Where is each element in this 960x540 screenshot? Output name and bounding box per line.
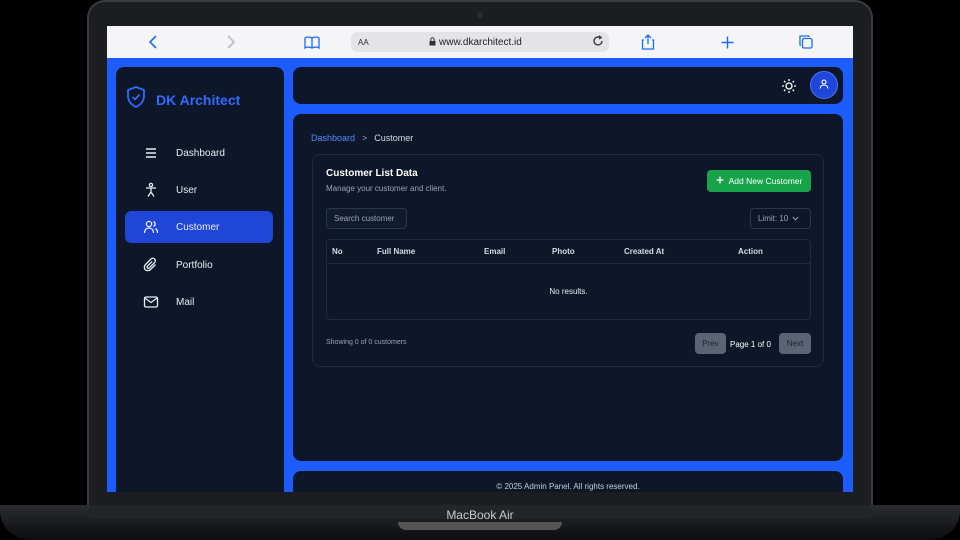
lock-icon [429, 37, 436, 49]
sidebar-item-label: Portfolio [176, 259, 213, 271]
card-title: Customer List Data [326, 168, 418, 179]
top-bar [293, 67, 843, 104]
text-size-button[interactable]: AA [358, 38, 369, 47]
add-customer-label: Add New Customer [728, 176, 803, 186]
person-icon [143, 182, 159, 198]
column-header-no[interactable]: No [332, 247, 343, 256]
sidebar-item-label: User [176, 184, 198, 196]
card-subtitle: Manage your customer and client. [326, 184, 447, 193]
prev-button[interactable]: Prev [695, 333, 726, 354]
empty-state: No results. [549, 287, 588, 296]
table-header: No Full Name Email Photo Created At Acti… [327, 240, 810, 264]
paperclip-icon [143, 257, 159, 273]
breadcrumb-current: Customer [374, 133, 414, 143]
breadcrumb-separator: > [362, 133, 368, 143]
add-customer-button[interactable]: Add New Customer [707, 170, 811, 192]
sidebar-item-user[interactable]: User [125, 174, 273, 206]
address-bar[interactable]: AA www.dkarchitect.id [351, 32, 609, 52]
search-input[interactable] [326, 208, 407, 229]
next-button[interactable]: Next [779, 333, 811, 354]
avatar[interactable] [810, 71, 838, 99]
sidebar-item-dashboard[interactable]: Dashboard [125, 137, 273, 169]
main-content: Dashboard > Customer Customer List Data … [293, 114, 843, 461]
reload-icon[interactable] [592, 35, 604, 50]
camera [477, 12, 483, 18]
back-icon[interactable] [144, 33, 162, 51]
brand[interactable]: DK Architect [126, 86, 240, 113]
results-summary: Showing 0 of 0 customers [326, 339, 407, 346]
column-header-created-at[interactable]: Created At [624, 247, 664, 256]
share-icon[interactable] [639, 33, 657, 51]
column-header-full-name[interactable]: Full Name [377, 247, 415, 256]
sidebar-item-portfolio[interactable]: Portfolio [125, 249, 273, 281]
sidebar-item-customer[interactable]: Customer [125, 211, 273, 243]
column-header-email[interactable]: Email [484, 247, 505, 256]
breadcrumb: Dashboard > Customer [311, 133, 413, 143]
new-tab-icon[interactable] [718, 33, 736, 51]
screen: AA www.dkarchitect.id DK Architect Dashb… [107, 26, 853, 492]
browser-toolbar: AA www.dkarchitect.id [107, 26, 853, 58]
sidebar-item-label: Customer [176, 221, 220, 233]
column-header-action[interactable]: Action [738, 247, 763, 256]
sidebar-item-mail[interactable]: Mail [125, 286, 273, 318]
sun-icon[interactable] [781, 78, 797, 94]
tabs-icon[interactable] [797, 33, 815, 51]
page-info: Page 1 of 0 [730, 340, 771, 349]
footer: © 2025 Admin Panel. All rights reserved. [293, 471, 843, 492]
device-model-label: MacBook Air [446, 508, 514, 522]
laptop-notch [398, 522, 562, 530]
column-header-photo[interactable]: Photo [552, 247, 575, 256]
sidebar-item-label: Mail [176, 296, 195, 308]
brand-name: DK Architect [156, 91, 241, 108]
customer-list-card: Customer List Data Manage your customer … [312, 154, 824, 367]
chevron-down-icon [792, 214, 799, 223]
book-icon[interactable] [303, 33, 321, 51]
user-icon [819, 76, 829, 94]
forward-icon[interactable] [222, 33, 240, 51]
customer-table: No Full Name Email Photo Created At Acti… [326, 239, 811, 320]
users-icon [143, 219, 159, 235]
shield-icon [126, 86, 146, 113]
mail-icon [143, 294, 159, 310]
limit-select[interactable]: Limit: 10 [750, 208, 811, 229]
plus-icon [716, 176, 724, 186]
breadcrumb-dashboard-link[interactable]: Dashboard [311, 133, 355, 143]
footer-text: © 2025 Admin Panel. All rights reserved. [496, 482, 640, 491]
url-text: www.dkarchitect.id [439, 36, 522, 48]
sidebar: DK Architect Dashboard User Customer Por… [116, 67, 284, 492]
menu-icon [143, 145, 159, 161]
limit-label: Limit: 10 [758, 214, 789, 223]
sidebar-item-label: Dashboard [176, 147, 225, 159]
